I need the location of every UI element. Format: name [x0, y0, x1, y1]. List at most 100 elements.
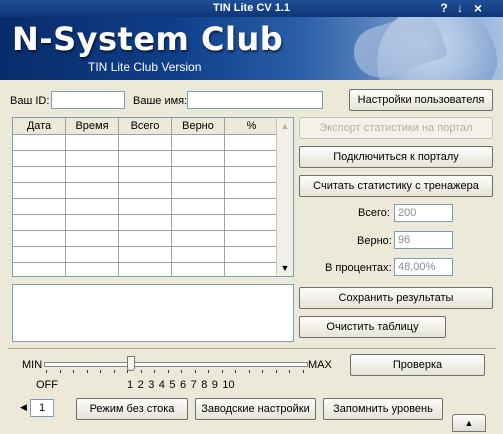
close-icon[interactable]: × — [471, 1, 485, 15]
table-cell[interactable] — [65, 198, 119, 215]
title-bar[interactable]: TIN Lite CV 1.1 ? ↓ × — [0, 0, 503, 17]
table-cell[interactable] — [65, 262, 119, 276]
table-cell[interactable] — [13, 198, 66, 215]
table-cell[interactable] — [118, 150, 172, 167]
spin-left-icon[interactable]: ◀ — [20, 402, 27, 413]
table-cell[interactable] — [118, 214, 172, 231]
user-name-input[interactable] — [187, 91, 323, 109]
column-header-total[interactable]: Всего — [118, 118, 172, 135]
remember-level-button[interactable]: Запомнить уровень — [323, 398, 443, 420]
level-tick-label: 1 — [127, 379, 134, 391]
stats-table[interactable]: Дата Время Всего Верно % ▲ ▼ — [12, 117, 294, 277]
column-header-correct[interactable]: Верно — [171, 118, 225, 135]
table-row[interactable] — [13, 262, 279, 276]
level-slider-thumb[interactable] — [127, 356, 135, 371]
app-logo: N-System Club — [12, 20, 284, 58]
slider-tick — [100, 370, 101, 373]
table-row[interactable] — [13, 198, 279, 215]
table-row[interactable] — [13, 230, 279, 247]
level-tick-label: 8 — [201, 379, 208, 391]
table-cell[interactable] — [224, 262, 279, 276]
table-row[interactable] — [13, 246, 279, 263]
table-row[interactable] — [13, 182, 279, 199]
slider-tick — [73, 370, 74, 373]
help-icon[interactable]: ? — [437, 1, 451, 15]
table-cell[interactable] — [13, 182, 66, 199]
table-cell[interactable] — [13, 262, 66, 276]
table-cell[interactable] — [118, 182, 172, 199]
column-header-date[interactable]: Дата — [13, 118, 66, 135]
slider-tick — [167, 370, 169, 373]
table-cell[interactable] — [13, 150, 66, 167]
table-cell[interactable] — [224, 166, 279, 183]
table-cell[interactable] — [65, 214, 119, 231]
table-cell[interactable] — [171, 150, 225, 167]
table-cell[interactable] — [171, 214, 225, 231]
read-stats-button[interactable]: Считать статистику с тренажера — [299, 175, 493, 197]
table-cell[interactable] — [224, 230, 279, 247]
total-label: Всего: — [358, 207, 390, 219]
table-cell[interactable] — [65, 246, 119, 263]
export-stats-button[interactable]: Экспорт статистики на портал — [299, 117, 493, 139]
table-cell[interactable] — [13, 230, 66, 247]
table-row[interactable] — [13, 150, 279, 167]
table-row[interactable] — [13, 166, 279, 183]
table-row[interactable] — [13, 214, 279, 231]
header-banner: N-System Club TIN Lite Club Version — [0, 17, 503, 80]
check-button[interactable]: Проверка — [350, 354, 485, 376]
slider-tick — [302, 370, 304, 373]
table-cell[interactable] — [118, 198, 172, 215]
user-id-label: Ваш ID: — [10, 95, 50, 107]
table-cell[interactable] — [65, 150, 119, 167]
column-header-percent[interactable]: % — [224, 118, 279, 135]
log-memo[interactable] — [12, 284, 294, 342]
table-cell[interactable] — [65, 230, 119, 247]
table-cell[interactable] — [13, 134, 66, 151]
table-cell[interactable] — [118, 166, 172, 183]
minimize-icon[interactable]: ↓ — [453, 1, 467, 15]
table-cell[interactable] — [65, 134, 119, 151]
table-row[interactable] — [13, 134, 279, 151]
connect-portal-button[interactable]: Подключиться к порталу — [299, 146, 493, 168]
table-cell[interactable] — [171, 198, 225, 215]
table-cell[interactable] — [118, 134, 172, 151]
level-slider-track[interactable] — [44, 362, 308, 367]
table-cell[interactable] — [65, 166, 119, 183]
table-cell[interactable] — [118, 262, 172, 276]
table-cell[interactable] — [171, 134, 225, 151]
save-results-button[interactable]: Сохранить результаты — [299, 287, 493, 309]
no-stop-mode-button[interactable]: Режим без стока — [76, 398, 188, 420]
table-cell[interactable] — [118, 230, 172, 247]
table-cell[interactable] — [171, 262, 225, 276]
factory-settings-button[interactable]: Заводские настройки — [195, 398, 316, 420]
table-cell[interactable] — [171, 166, 225, 183]
table-cell[interactable] — [118, 246, 172, 263]
slider-tick — [46, 370, 47, 373]
table-cell[interactable] — [171, 246, 225, 263]
table-cell[interactable] — [171, 182, 225, 199]
level-spin-input[interactable]: 1 — [30, 399, 54, 417]
level-tick-label: 4 — [158, 379, 165, 391]
clear-table-button[interactable]: Очистить таблицу — [299, 316, 446, 338]
table-cell[interactable] — [224, 182, 279, 199]
collapse-icon[interactable]: ▲ — [452, 414, 486, 432]
window-title: TIN Lite CV 1.1 — [212, 2, 291, 14]
table-cell[interactable] — [13, 214, 66, 231]
table-cell[interactable] — [65, 182, 119, 199]
level-slider-ticks — [46, 370, 306, 374]
table-cell[interactable] — [224, 150, 279, 167]
column-header-time[interactable]: Время — [65, 118, 119, 135]
user-id-input[interactable] — [51, 91, 125, 109]
user-settings-button[interactable]: Настройки пользователя — [349, 89, 493, 111]
table-cell[interactable] — [224, 214, 279, 231]
table-cell[interactable] — [13, 166, 66, 183]
table-cell[interactable] — [224, 198, 279, 215]
correct-value: 96 — [394, 231, 453, 249]
scroll-up-icon[interactable]: ▲ — [277, 118, 293, 134]
table-scrollbar[interactable]: ▲ ▼ — [276, 118, 293, 276]
table-cell[interactable] — [224, 134, 279, 151]
table-cell[interactable] — [171, 230, 225, 247]
scroll-down-icon[interactable]: ▼ — [277, 260, 293, 276]
table-cell[interactable] — [13, 246, 66, 263]
table-cell[interactable] — [224, 246, 279, 263]
